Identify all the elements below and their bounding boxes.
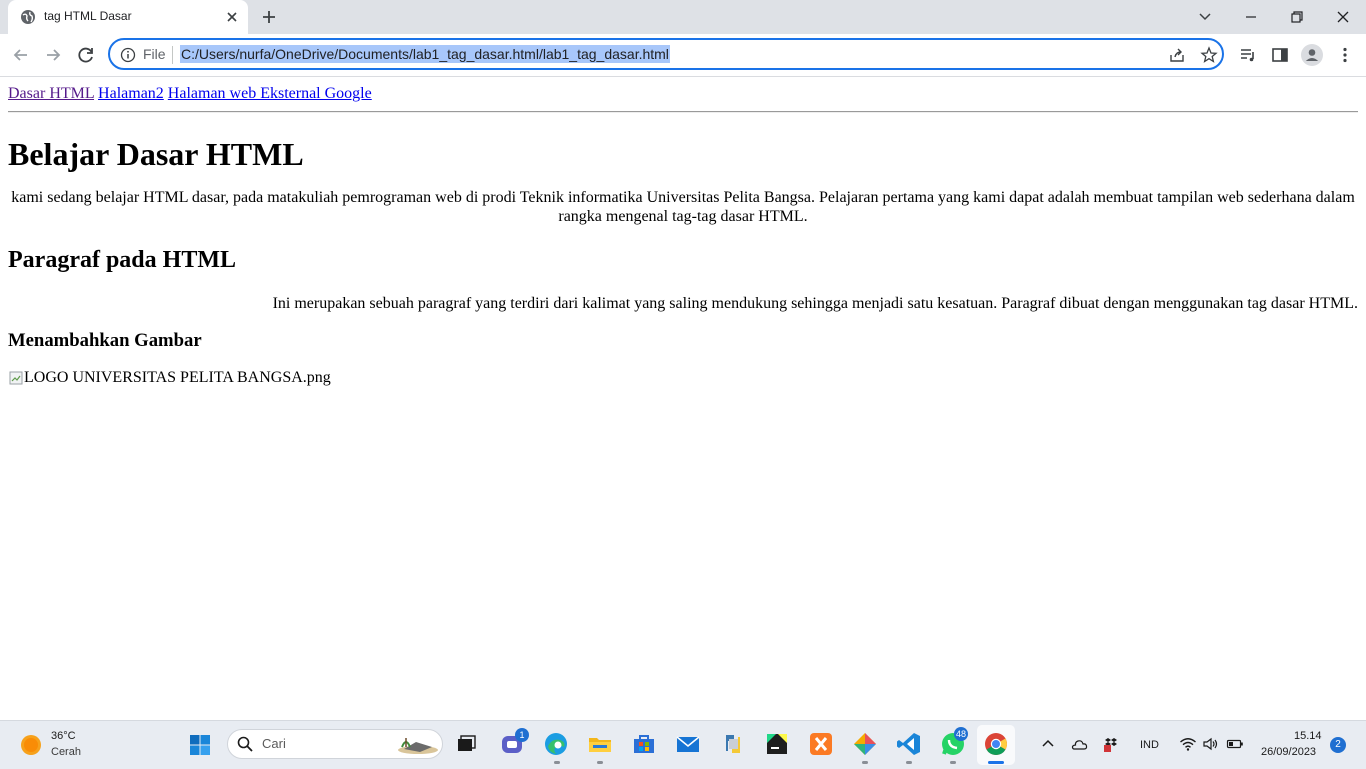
- taskbar-search[interactable]: Cari: [227, 729, 443, 759]
- clock-date[interactable]: 26/09/2023: [1261, 746, 1316, 758]
- taskbar: 36°C Cerah Cari 1 48 IND 15.14 26/09/202…: [0, 720, 1366, 769]
- new-tab-icon[interactable]: [260, 8, 278, 26]
- search-icon: [237, 736, 253, 752]
- image-alt-text: LOGO UNIVERSITAS PELITA BANGSA.png: [24, 369, 331, 386]
- restore-icon[interactable]: [1286, 6, 1308, 28]
- close-tab-icon[interactable]: [224, 9, 240, 25]
- bookmark-star-icon[interactable]: [1200, 46, 1218, 64]
- page-heading: Belajar Dasar HTML: [8, 136, 304, 172]
- windows-start-icon[interactable]: [189, 734, 211, 756]
- broken-image-icon: [9, 371, 23, 384]
- section-heading: Paragraf pada HTML: [8, 247, 236, 273]
- link-halaman2[interactable]: Halaman2: [98, 85, 164, 102]
- weather-description[interactable]: Cerah: [51, 746, 81, 758]
- mail-icon[interactable]: [675, 731, 701, 757]
- pycharm-icon[interactable]: [764, 731, 790, 757]
- chrome-icon[interactable]: [983, 731, 1009, 757]
- search-highlight-art-icon: [398, 738, 438, 754]
- tab-strip: tag HTML Dasar: [0, 0, 1366, 34]
- notification-badge[interactable]: 2: [1330, 737, 1346, 753]
- menu-kebab-icon[interactable]: [1335, 45, 1355, 65]
- teams-badge: 1: [515, 728, 529, 742]
- chrome-active-indicator: [988, 761, 1004, 764]
- wifi-icon[interactable]: [1179, 735, 1197, 753]
- microsoft-store-icon[interactable]: [631, 731, 657, 757]
- link-google[interactable]: Halaman web Eksternal Google: [168, 85, 372, 102]
- weather-temperature[interactable]: 36°C: [51, 730, 76, 742]
- nav-links: Dasar HTML Halaman2 Halaman web Eksterna…: [8, 85, 1358, 103]
- gitkraken-icon[interactable]: [852, 731, 878, 757]
- link-dasar-html[interactable]: Dasar HTML: [8, 85, 94, 102]
- whatsapp-badge: 48: [954, 727, 969, 741]
- clock-time[interactable]: 15.14: [1294, 730, 1322, 742]
- file-explorer-icon[interactable]: [587, 731, 613, 757]
- onedrive-cloud-icon[interactable]: [1070, 735, 1088, 753]
- whatsapp-running-indicator: [950, 761, 956, 764]
- input-language[interactable]: IND: [1140, 739, 1159, 751]
- edge-browser-icon[interactable]: [543, 731, 569, 757]
- back-arrow-icon[interactable]: [10, 44, 32, 66]
- python-icon[interactable]: [720, 731, 746, 757]
- dropbox-update-icon[interactable]: [1102, 735, 1120, 753]
- search-placeholder: Cari: [262, 736, 286, 751]
- url-text[interactable]: C:/Users/nurfa/OneDrive/Documents/lab1_t…: [180, 45, 670, 63]
- image-heading: Menambahkan Gambar: [8, 330, 202, 351]
- xampp-icon[interactable]: [808, 731, 834, 757]
- share-icon[interactable]: [1168, 46, 1186, 64]
- address-bar[interactable]: File C:/Users/nurfa/OneDrive/Documents/l…: [108, 38, 1224, 70]
- explorer-running-indicator: [597, 761, 603, 764]
- task-view-icon[interactable]: [453, 731, 479, 757]
- globe-icon: [21, 10, 35, 24]
- gitkraken-running-indicator: [862, 761, 868, 764]
- chevron-up-icon[interactable]: [1039, 735, 1057, 753]
- minimize-icon[interactable]: [1240, 6, 1262, 28]
- tab-search-chevron-icon[interactable]: [1194, 6, 1216, 28]
- battery-icon[interactable]: [1226, 735, 1244, 753]
- profile-avatar-icon[interactable]: [1301, 44, 1323, 66]
- tab-title: tag HTML Dasar: [44, 9, 132, 23]
- vscode-icon[interactable]: [896, 731, 922, 757]
- site-info-icon[interactable]: [120, 47, 136, 63]
- sun-weather-icon[interactable]: [20, 734, 42, 756]
- side-panel-icon[interactable]: [1270, 45, 1290, 65]
- reload-icon[interactable]: [75, 44, 97, 66]
- divider: [8, 111, 1358, 113]
- address-separator: [172, 46, 173, 64]
- url-scheme-label: File: [143, 46, 166, 62]
- forward-arrow-icon[interactable]: [42, 44, 64, 66]
- volume-icon[interactable]: [1202, 735, 1220, 753]
- edge-running-indicator: [554, 761, 560, 764]
- intro-paragraph: kami sedang belajar HTML dasar, pada mat…: [11, 189, 1355, 225]
- vscode-running-indicator: [906, 761, 912, 764]
- page-content: Dasar HTML Halaman2 Halaman web Eksterna…: [0, 77, 1366, 720]
- media-queue-icon[interactable]: [1238, 45, 1258, 65]
- broken-image: LOGO UNIVERSITAS PELITA BANGSA.png: [8, 368, 1358, 387]
- close-window-icon[interactable]: [1332, 6, 1354, 28]
- section-paragraph: Ini merupakan sebuah paragraf yang terdi…: [272, 295, 1358, 312]
- browser-toolbar: File C:/Users/nurfa/OneDrive/Documents/l…: [0, 34, 1366, 77]
- browser-tab[interactable]: tag HTML Dasar: [8, 0, 248, 34]
